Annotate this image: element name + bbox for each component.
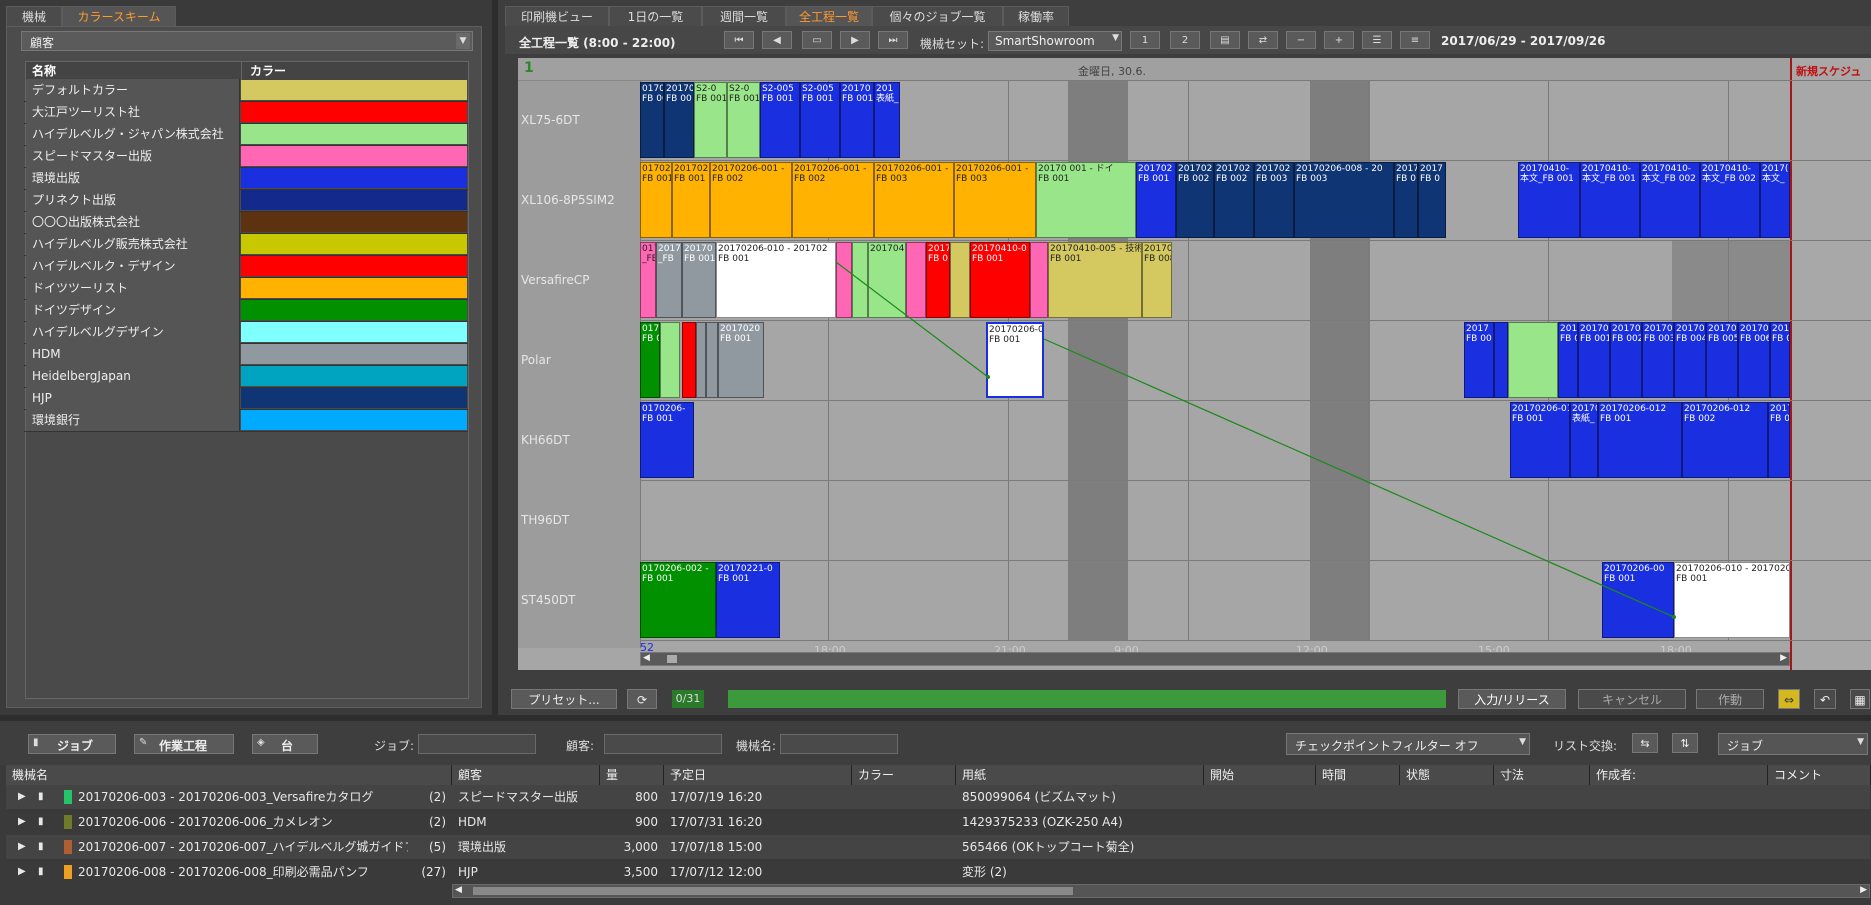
- column-header[interactable]: 開始: [1204, 765, 1316, 785]
- column-header[interactable]: 時間: [1316, 765, 1400, 785]
- job-count: (2): [429, 815, 446, 829]
- job-name[interactable]: 20170206-003 - 20170206-003_Versafireカタロ…: [78, 785, 408, 809]
- customer-search-label: 顧客:: [566, 739, 595, 753]
- job-paper: 1429375233 (OZK-250 A4): [962, 815, 1123, 829]
- job-color-chip: [64, 865, 72, 879]
- job-date: 17/07/31 16:20: [670, 815, 763, 829]
- column-header[interactable]: 顧客: [452, 765, 600, 785]
- scroll-thumb[interactable]: [473, 887, 1073, 895]
- refresh-icon[interactable]: ⟳: [627, 689, 657, 709]
- scroll-left-icon[interactable]: ◀: [643, 653, 650, 663]
- machine-search-label: 機械名:: [736, 739, 777, 753]
- job-quantity: 3,000: [623, 840, 658, 854]
- job-customer: HDM: [458, 815, 487, 829]
- job-paper: 変形 (2): [962, 865, 1007, 879]
- unit-filter-select[interactable]: ◈ 台: [252, 734, 318, 754]
- customer-search-input[interactable]: [604, 734, 722, 754]
- checkpoint-filter-dropdown[interactable]: チェックポイントフィルター オフ ▼: [1286, 733, 1530, 755]
- list-scrollbar[interactable]: ◀ ▶: [452, 884, 1870, 898]
- job-date: 17/07/12 12:00: [670, 865, 763, 879]
- expand-icon[interactable]: ▶: [18, 785, 26, 809]
- machine-search-input[interactable]: [780, 734, 898, 754]
- job-icon: ▮: [38, 816, 44, 827]
- process-icon: ✎: [139, 737, 148, 748]
- job-color-chip: [64, 790, 72, 804]
- job-count: (27): [421, 865, 446, 879]
- column-header[interactable]: 量: [600, 765, 664, 785]
- process-filter-label: 作業工程: [159, 739, 208, 753]
- job-filter-select[interactable]: ▮ ジョブ: [28, 734, 116, 754]
- swap-alt-icon[interactable]: ⇅: [1672, 733, 1698, 753]
- job-name[interactable]: 20170206-007 - 20170206-007_ハイデルベルグ城ガイドブ…: [78, 835, 408, 859]
- undo-icon[interactable]: ↶: [1814, 689, 1836, 709]
- unit-filter-label: 台: [281, 739, 294, 753]
- job-paper: 850099064 (ビズムマット): [962, 790, 1116, 804]
- action-button[interactable]: 作動: [1696, 689, 1764, 709]
- list-type-value: ジョブ: [1727, 739, 1764, 753]
- job-quantity: 900: [635, 815, 658, 829]
- fit-icon[interactable]: ⇔: [1778, 689, 1800, 709]
- job-icon: ▮: [38, 841, 44, 852]
- scroll-left-icon[interactable]: ◀: [455, 885, 462, 895]
- job-date: 17/07/18 15:00: [670, 840, 763, 854]
- column-header[interactable]: 機械名: [6, 765, 452, 785]
- unit-icon: ◈: [257, 737, 265, 748]
- chevron-down-icon: ▼: [1857, 737, 1864, 747]
- job-customer: 環境出版: [458, 840, 507, 854]
- scroll-thumb[interactable]: [667, 655, 677, 663]
- list-type-dropdown[interactable]: ジョブ ▼: [1718, 733, 1868, 755]
- job-filter-label: ジョブ: [57, 739, 94, 753]
- swap-icon[interactable]: ⇆: [1632, 733, 1658, 753]
- job-icon: ▮: [38, 866, 44, 877]
- job-icon: ▮: [33, 737, 39, 748]
- column-header[interactable]: コメント: [1768, 765, 1871, 785]
- expand-icon[interactable]: ▶: [18, 810, 26, 834]
- progress-bar: [728, 690, 1446, 708]
- job-search-input[interactable]: [418, 734, 536, 754]
- horizontal-scrollbar[interactable]: ◀ ▶: [640, 652, 1790, 666]
- column-header[interactable]: 作成者:: [1590, 765, 1768, 785]
- column-header[interactable]: 寸法: [1494, 765, 1590, 785]
- column-header[interactable]: カラー: [852, 765, 956, 785]
- job-icon: ▮: [38, 791, 44, 802]
- list-swap-label: リスト交換:: [1553, 739, 1618, 753]
- job-customer: HJP: [458, 865, 478, 879]
- job-customer: スピードマスター出版: [458, 790, 579, 804]
- input-release-button[interactable]: 入力/リリース: [1458, 689, 1566, 709]
- job-count: (2): [429, 790, 446, 804]
- job-date: 17/07/19 16:20: [670, 790, 763, 804]
- job-name[interactable]: 20170206-008 - 20170206-008_印刷必需品パンフ: [78, 860, 408, 884]
- chevron-down-icon: ▼: [1519, 737, 1526, 747]
- column-header[interactable]: 用紙: [956, 765, 1204, 785]
- job-quantity: 800: [635, 790, 658, 804]
- job-color-chip: [64, 840, 72, 854]
- grid-icon[interactable]: ▦: [1850, 689, 1870, 709]
- job-color-chip: [64, 815, 72, 829]
- job-search-label: ジョブ:: [374, 739, 415, 753]
- column-header[interactable]: 状態: [1400, 765, 1494, 785]
- preset-button[interactable]: プリセット...: [511, 689, 617, 709]
- progress-fill: [728, 690, 1446, 708]
- checkpoint-filter-value: チェックポイントフィルター オフ: [1295, 739, 1479, 753]
- scroll-right-icon[interactable]: ▶: [1780, 653, 1787, 663]
- column-header[interactable]: 予定日: [664, 765, 852, 785]
- job-quantity: 3,500: [623, 865, 658, 879]
- expand-icon[interactable]: ▶: [18, 860, 26, 884]
- job-count: (5): [429, 840, 446, 854]
- job-paper: 565466 (OKトップコート菊全): [962, 840, 1135, 854]
- process-filter-select[interactable]: ✎ 作業工程: [134, 734, 234, 754]
- progress-counter: 0/31: [672, 690, 704, 708]
- job-name[interactable]: 20170206-006 - 20170206-006_カメレオン: [78, 810, 408, 834]
- expand-icon[interactable]: ▶: [18, 835, 26, 859]
- scroll-right-icon[interactable]: ▶: [1860, 885, 1867, 895]
- cancel-button[interactable]: キャンセル: [1578, 689, 1686, 709]
